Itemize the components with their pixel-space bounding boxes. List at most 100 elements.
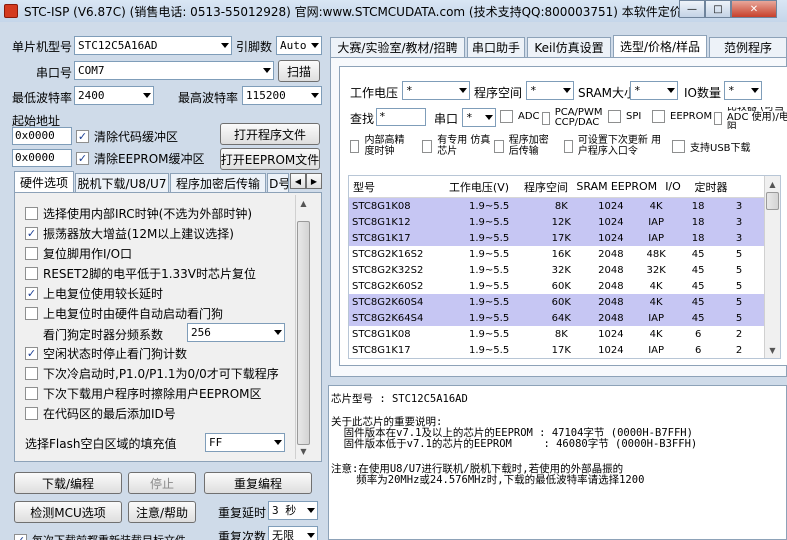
tab-keil-settings[interactable]: Keil仿真设置 <box>527 37 611 57</box>
option-idle-stop-watchdog[interactable]: ✓ 空闲状态时停止看门狗计数 <box>25 345 187 362</box>
table-row[interactable]: STC8G2K60S4 1.9~5.5 60K 2048 4K 45 5 <box>349 294 765 310</box>
checkbox[interactable] <box>25 267 38 280</box>
checkbox[interactable] <box>714 111 722 125</box>
tab-id-number[interactable]: ID号 <box>267 173 289 193</box>
download-program-button[interactable]: 下载/编程 <box>14 472 122 494</box>
checkbox[interactable] <box>500 110 513 123</box>
checkbox[interactable] <box>564 139 573 153</box>
tab-offline-download[interactable]: 脱机下载/U8/U7 <box>75 173 169 193</box>
column-header[interactable]: 型号 <box>349 179 441 195</box>
options-scrollbar[interactable]: ▲ ▼ <box>295 195 311 459</box>
option-internal-irc[interactable]: 选择使用内部IRC时钟(不选为外部时钟) <box>25 205 252 222</box>
tab-serial-assistant[interactable]: 串口助手 <box>467 37 525 57</box>
column-header[interactable]: 工作电压(V) <box>441 179 517 195</box>
table-row[interactable]: STC8G2K60S2 1.9~5.5 60K 2048 4K 45 5 <box>349 278 765 294</box>
checkbox[interactable]: ✓ <box>76 130 89 143</box>
table-row[interactable]: STC8G2K32S2 1.9~5.5 32K 2048 32K 45 5 <box>349 262 765 278</box>
voltage-filter-select[interactable]: * <box>402 81 470 100</box>
table-row[interactable]: STC8G2K16S2 1.9~5.5 16K 2048 48K 45 5 <box>349 246 765 262</box>
detect-mcu-button[interactable]: 检测MCU选项 <box>14 501 122 523</box>
table-row[interactable]: STC8G1K12 1.9~5.5 12K 1024 IAP 18 3 <box>349 214 765 230</box>
scan-button[interactable]: 扫描 <box>278 60 320 82</box>
watchdog-divider-select[interactable]: 256 <box>187 323 285 342</box>
scroll-down-icon[interactable]: ▼ <box>765 342 780 358</box>
uart-filter-select[interactable]: * <box>462 108 496 127</box>
checkbox[interactable]: ✓ <box>76 152 89 165</box>
usb-download-filter[interactable]: 支持USB下载 <box>672 139 751 154</box>
scroll-up-icon[interactable]: ▲ <box>765 176 780 192</box>
close-button[interactable]: ✕ <box>731 0 777 18</box>
option-auto-watchdog[interactable]: 上电复位时由硬件自动启动看门狗 <box>25 305 223 322</box>
grid-vertical-scrollbar[interactable]: ▲ ▼ <box>764 176 780 358</box>
eeprom-filter[interactable]: EEPROM <box>652 110 712 123</box>
repeat-program-button[interactable]: 重复编程 <box>204 472 312 494</box>
adc-filter[interactable]: ADC <box>500 110 540 123</box>
user-entry-filter[interactable]: 可设置下次更新 用户程序入口令 <box>564 135 668 157</box>
checkbox[interactable]: ✓ <box>25 287 38 300</box>
table-row[interactable]: STC8G2K64S4 1.9~5.5 64K 2048 IAP 45 5 <box>349 310 765 326</box>
pca-filter[interactable]: PCA/PWM CCP/DAC <box>542 108 604 128</box>
sram-filter-select[interactable]: * <box>630 81 678 100</box>
minimize-button[interactable]: — <box>679 0 705 18</box>
comparator-filter[interactable]: 比较器 (可当 ADC 使用)/电阻 <box>714 107 787 129</box>
column-header[interactable]: I/O <box>659 180 687 193</box>
tab-scroll-right-button[interactable]: ▶ <box>306 173 322 189</box>
checkbox[interactable]: ✓ <box>25 227 38 240</box>
tab-sample-programs[interactable]: 范例程序 <box>709 37 787 57</box>
checkbox[interactable]: ✓ <box>14 533 27 540</box>
option-long-power-on-delay[interactable]: ✓ 上电复位使用较长延时 <box>25 285 163 302</box>
checkbox[interactable] <box>494 139 504 153</box>
tab-hardware-options[interactable]: 硬件选项 <box>14 171 74 193</box>
stop-button[interactable]: 停止 <box>128 472 196 494</box>
code-address-input[interactable]: 0x0000 <box>12 127 72 145</box>
mcu-type-select[interactable]: STC12C5A16AD <box>74 36 232 55</box>
checkbox[interactable] <box>25 407 38 420</box>
table-row[interactable]: STC8G1K17 1.9~5.5 17K 1024 IAP 18 3 <box>349 230 765 246</box>
scroll-thumb[interactable] <box>766 192 779 210</box>
repeat-count-select[interactable]: 无限 <box>268 526 318 540</box>
checkbox[interactable] <box>350 139 360 153</box>
checkbox[interactable] <box>25 387 38 400</box>
tab-scroll-left-button[interactable]: ◀ <box>290 173 306 189</box>
tab-competition[interactable]: 大赛/实验室/教材/招聘 <box>330 37 465 57</box>
search-input[interactable]: * <box>376 108 426 126</box>
checkbox[interactable] <box>25 307 38 320</box>
option-reset-as-io[interactable]: 复位脚用作I/O口 <box>25 245 132 262</box>
column-header[interactable]: 程序空间 <box>517 179 575 195</box>
repeat-delay-select[interactable]: 3 秒 <box>268 501 318 520</box>
pin-count-select[interactable]: Auto <box>276 36 322 55</box>
emulator-filter[interactable]: 有专用 仿真芯片 <box>422 135 492 157</box>
column-header[interactable]: SRAM <box>575 180 609 193</box>
flash-fill-select[interactable]: FF <box>205 433 285 452</box>
option-cold-start-p10-p11[interactable]: 下次冷启动时,P1.0/P1.1为0/0才可下载程序 <box>25 365 279 382</box>
scroll-down-icon[interactable]: ▼ <box>296 443 311 459</box>
checkbox[interactable] <box>25 367 38 380</box>
open-program-file-button[interactable]: 打开程序文件 <box>220 123 320 145</box>
checkbox[interactable]: ✓ <box>25 347 38 360</box>
column-header[interactable]: 定时器 <box>687 179 735 195</box>
table-row[interactable]: STC8G1K08 1.9~5.5 8K 1024 4K 6 2 <box>349 326 765 342</box>
scroll-thumb[interactable] <box>297 221 310 445</box>
eeprom-address-input[interactable]: 0x0000 <box>12 149 72 167</box>
option-oscillator-gain[interactable]: ✓ 振荡器放大增益(12M以上建议选择) <box>25 225 234 242</box>
checkbox[interactable] <box>422 139 433 153</box>
option-reset2-low-voltage[interactable]: RESET2脚的电平低于1.33V时芯片复位 <box>25 265 256 282</box>
min-baud-select[interactable]: 2400 <box>74 86 154 105</box>
checkbox[interactable] <box>25 247 38 260</box>
encrypted-transfer-filter[interactable]: 程序加密 后传输 <box>494 135 560 157</box>
scroll-up-icon[interactable]: ▲ <box>296 195 311 211</box>
checkbox[interactable] <box>542 111 550 125</box>
clear-code-buffer-option[interactable]: ✓ 清除代码缓冲区 <box>76 128 178 145</box>
option-append-id[interactable]: 在代码区的最后添加ID号 <box>25 405 176 422</box>
table-row[interactable]: STC8G1K08 1.9~5.5 8K 1024 4K 18 3 <box>349 198 765 214</box>
column-header[interactable]: EEPROM <box>609 180 659 193</box>
flash-filter-select[interactable]: * <box>526 81 574 100</box>
reload-target-option[interactable]: ✓ 每次下载前都重新装载目标文件 <box>14 532 186 540</box>
tab-selection-price[interactable]: 选型/价格/样品 <box>613 35 707 57</box>
option-erase-eeprom[interactable]: 下次下载用户程序时擦除用户EEPROM区 <box>25 385 262 402</box>
checkbox[interactable] <box>25 207 38 220</box>
checkbox[interactable] <box>672 140 685 153</box>
spi-filter[interactable]: SPI <box>608 110 641 123</box>
checkbox[interactable] <box>608 110 621 123</box>
internal-osc-filter[interactable]: 内部高精 度时钟 <box>350 135 414 157</box>
